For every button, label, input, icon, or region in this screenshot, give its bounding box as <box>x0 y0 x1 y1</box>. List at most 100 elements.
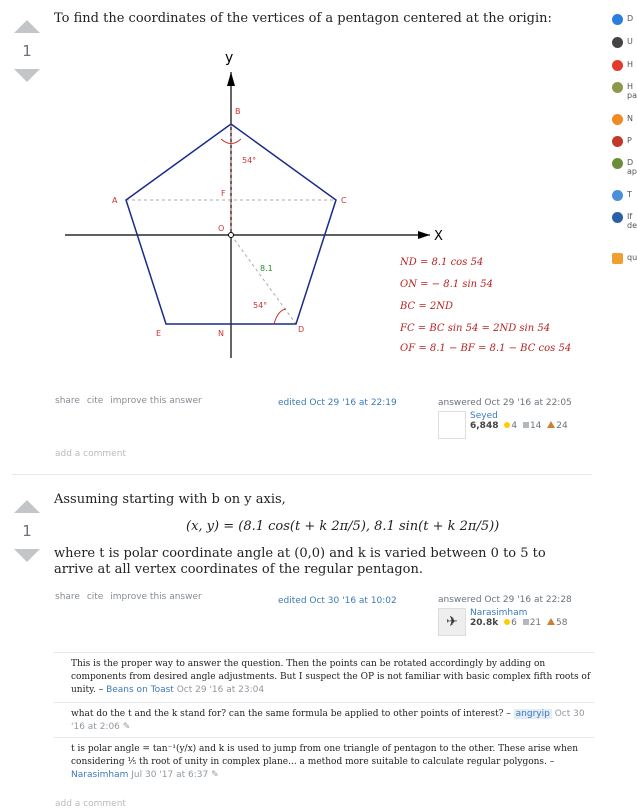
cite-link[interactable]: cite <box>87 592 104 602</box>
sidebar-item[interactable]: P <box>612 136 632 147</box>
post-menu-2: share cite improve this answer <box>55 592 206 602</box>
label-c: C <box>341 196 347 205</box>
formula-on: ON = − 8.1 sin 54 <box>400 279 493 290</box>
answer-divider <box>12 474 592 475</box>
vote-controls-2: 1 <box>14 500 40 562</box>
comment-user[interactable]: Beans on Toast <box>106 685 174 695</box>
radius-label: 8.1 <box>260 264 273 273</box>
angle-top-label: 54° <box>242 156 256 165</box>
gold-badge-icon <box>504 422 511 428</box>
comment: what do the t and the k stand for? can t… <box>54 702 594 734</box>
post-menu: share cite improve this answer <box>55 396 206 406</box>
angle-bottom-label: 54° <box>253 301 267 310</box>
add-comment-link[interactable]: add a comment <box>55 449 126 459</box>
y-axis-arrow <box>227 72 235 86</box>
silver-badge-icon <box>522 619 529 625</box>
edited-link-2[interactable]: edited Oct 30 '16 at 10:02 <box>278 596 397 606</box>
silver-count: 21 <box>529 618 542 628</box>
comment: This is the proper way to answer the que… <box>54 652 594 697</box>
bronze-count: 24 <box>556 421 568 431</box>
rss-icon <box>612 253 623 264</box>
sidebar-item[interactable]: H <box>612 60 633 71</box>
label-e: E <box>156 329 161 338</box>
site-icon <box>612 158 623 169</box>
label-f: F <box>221 189 226 198</box>
sidebar-item[interactable]: D ap <box>612 158 637 176</box>
y-axis-label: y <box>225 50 233 66</box>
site-icon <box>612 14 623 25</box>
silver-badge-icon <box>522 422 529 428</box>
vote-controls: 1 <box>14 20 40 82</box>
gold-count: 6 <box>511 618 517 628</box>
answer-text: To find the coordinates of the vertices … <box>54 11 552 26</box>
sidebar-item[interactable]: D <box>612 14 633 25</box>
site-icon <box>612 114 623 125</box>
formula-nd: ND = 8.1 cos 54 <box>400 257 484 268</box>
sidebar-item[interactable]: If de <box>612 212 637 230</box>
answered-time: answered Oct 29 '16 at 22:28 <box>438 595 572 605</box>
comment: t is polar angle = tan⁻¹(y/x) and k is u… <box>54 737 594 782</box>
site-icon <box>612 190 623 201</box>
edit-pencil-icon[interactable]: ✎ <box>211 770 219 780</box>
site-icon <box>612 212 623 223</box>
reputation: 20.8k <box>470 618 499 628</box>
downvote-button[interactable] <box>14 69 40 82</box>
upvote-button[interactable] <box>14 500 40 513</box>
user-name[interactable]: Seyed <box>470 411 568 421</box>
sidebar-item[interactable]: T <box>612 190 632 201</box>
improve-link[interactable]: improve this answer <box>110 592 202 602</box>
user-card-2: answered Oct 29 '16 at 22:28 ✈ Narasimha… <box>438 595 578 636</box>
sidebar-item[interactable]: U <box>612 37 633 48</box>
rss-link[interactable]: qu <box>612 253 637 264</box>
label-b: B <box>235 107 241 116</box>
comment-date[interactable]: Jul 30 '17 at 6:37 <box>131 770 208 780</box>
vote-count: 1 <box>22 522 32 540</box>
formula-of: OF = 8.1 − BF = 8.1 − BC cos 54 <box>400 343 572 354</box>
formula-fc: FC = BC sin 54 = 2ND sin 54 <box>400 323 551 334</box>
label-n: N <box>218 329 224 338</box>
gold-count: 4 <box>511 421 518 431</box>
comment-user[interactable]: Narasimham <box>71 770 128 780</box>
answered-time: answered Oct 29 '16 at 22:05 <box>438 398 572 408</box>
upvote-button[interactable] <box>14 20 40 33</box>
bronze-badge-icon <box>547 618 556 625</box>
equation: (x, y) = (8.1 cos(t + k 2π/5), 8.1 sin(t… <box>186 519 500 534</box>
user-name[interactable]: Narasimham <box>470 608 567 618</box>
silver-count: 14 <box>529 421 542 431</box>
label-a: A <box>112 196 118 205</box>
avatar[interactable] <box>438 411 466 439</box>
answer-text-body: where t is polar coordinate angle at (0,… <box>54 546 546 577</box>
improve-link[interactable]: improve this answer <box>110 396 202 406</box>
gold-badge-icon <box>504 619 511 625</box>
comment-date[interactable]: Oct 29 '16 at 23:04 <box>177 685 264 695</box>
formula-bc: BC = 2ND <box>400 301 454 312</box>
comment-text: t is polar angle = tan⁻¹(y/x) and k is u… <box>71 744 579 767</box>
avatar[interactable]: ✈ <box>438 608 466 636</box>
sidebar-item[interactable]: H pa <box>612 82 637 100</box>
answer-text-intro: Assuming starting with b on y axis, <box>54 492 286 507</box>
comment-user[interactable]: angryip <box>513 709 552 719</box>
site-icon <box>612 37 623 48</box>
edited-link[interactable]: edited Oct 29 '16 at 22:19 <box>278 398 397 408</box>
cite-link[interactable]: cite <box>87 396 104 406</box>
downvote-button[interactable] <box>14 549 40 562</box>
site-icon <box>612 136 623 147</box>
comment-text: what do the t and the k stand for? can t… <box>71 709 511 719</box>
site-icon <box>612 60 623 71</box>
x-axis-label: X <box>434 229 443 244</box>
angle-arc-bottom <box>273 308 287 325</box>
origin-point <box>228 232 234 238</box>
sidebar-item[interactable]: N <box>612 114 633 125</box>
site-icon <box>612 82 623 93</box>
share-link[interactable]: share <box>55 592 80 602</box>
label-d: D <box>298 325 304 334</box>
bronze-badge-icon <box>547 421 556 428</box>
vote-count: 1 <box>22 42 32 60</box>
share-link[interactable]: share <box>55 396 80 406</box>
x-axis-arrow <box>418 231 430 239</box>
edit-pencil-icon[interactable]: ✎ <box>123 722 131 732</box>
bronze-count: 58 <box>556 618 568 628</box>
user-card: answered Oct 29 '16 at 22:05 Seyed 6,848… <box>438 398 578 439</box>
label-o: O <box>218 224 224 233</box>
dashed-od <box>230 234 297 325</box>
